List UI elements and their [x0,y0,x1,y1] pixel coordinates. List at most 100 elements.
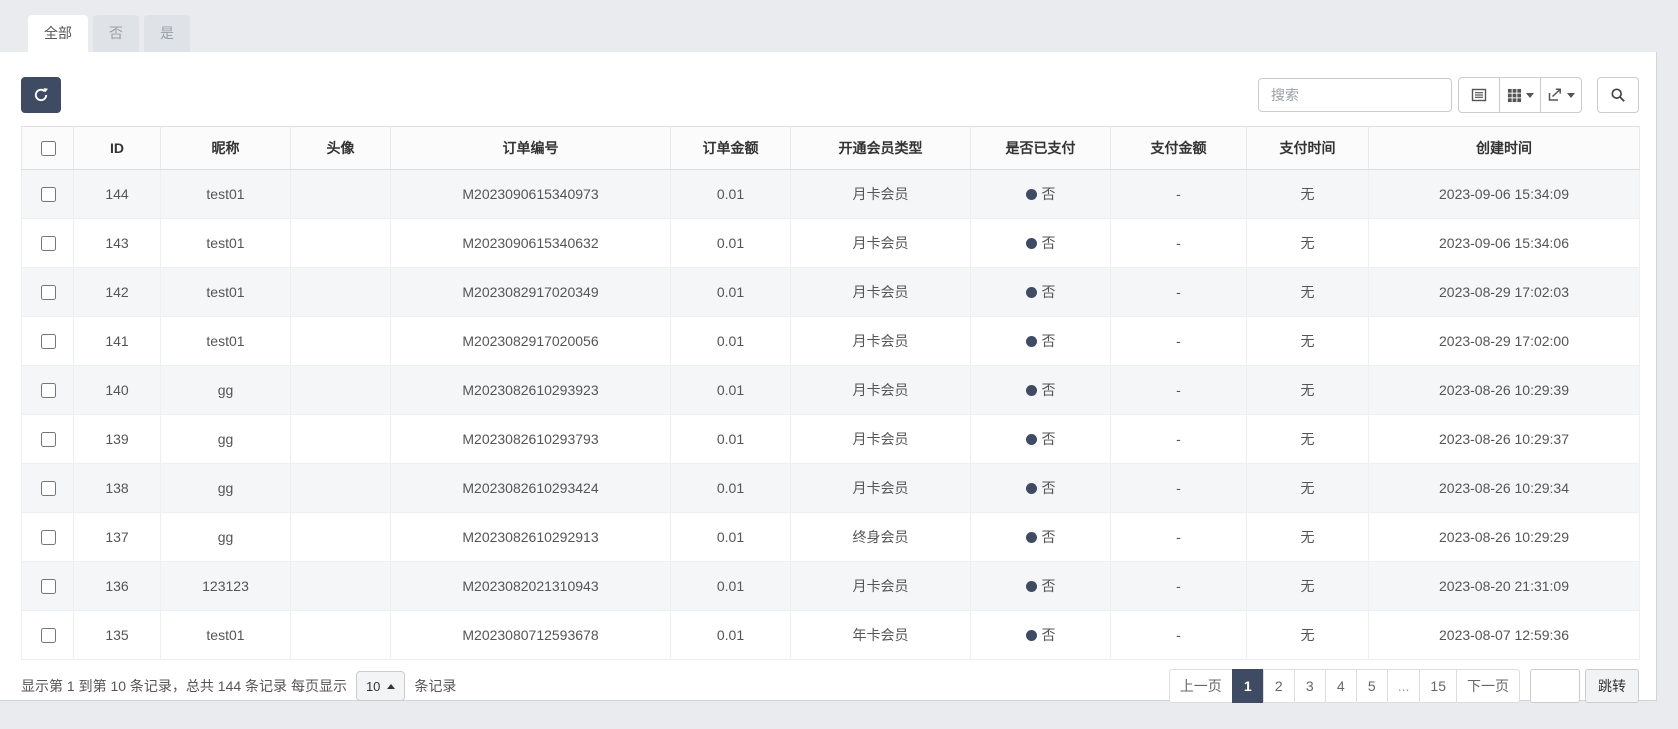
chevron-up-icon [387,684,395,689]
row-select-cell [22,170,74,219]
export-button[interactable] [1540,77,1582,113]
page-button-5[interactable]: 5 [1356,669,1388,703]
cell-id: 144 [74,170,161,219]
page-button-4[interactable]: 4 [1325,669,1357,703]
page-next-button[interactable]: 下一页 [1456,669,1520,703]
paid-status-dot-icon [1026,238,1037,249]
cell-order-no: M2023082021310943 [391,562,671,611]
row-checkbox[interactable] [41,628,56,643]
column-header-created: 创建时间 [1369,127,1640,170]
pagination-bar: 显示第 1 到第 10 条记录，总共 144 条记录 每页显示 10 条记录 上… [21,669,1639,703]
cell-order-no: M2023082917020056 [391,317,671,366]
cell-order-no: M2023090615340973 [391,170,671,219]
cell-amount: 0.01 [671,464,791,513]
cell-id: 138 [74,464,161,513]
cell-paid: 否 [971,317,1111,366]
row-checkbox[interactable] [41,432,56,447]
cell-member-type: 月卡会员 [791,366,971,415]
row-checkbox[interactable] [41,383,56,398]
column-header-pay-amount: 支付金额 [1111,127,1247,170]
cell-pay-time: 无 [1247,317,1369,366]
row-checkbox[interactable] [41,579,56,594]
row-select-cell [22,268,74,317]
jump-page-input[interactable] [1530,669,1580,703]
cell-pay-amount: - [1111,219,1247,268]
row-select-cell [22,415,74,464]
page-size-value: 10 [366,679,380,694]
cell-order-no: M2023082917020349 [391,268,671,317]
cell-pay-amount: - [1111,513,1247,562]
cell-nickname: test01 [161,268,291,317]
table-row: 144 test01 M2023090615340973 0.01 月卡会员 否… [22,170,1640,219]
cell-amount: 0.01 [671,268,791,317]
cell-paid: 否 [971,611,1111,660]
cell-created: 2023-08-07 12:59:36 [1369,611,1640,660]
paid-status-dot-icon [1026,336,1037,347]
cell-avatar [291,219,391,268]
cell-pay-time: 无 [1247,464,1369,513]
cell-avatar [291,611,391,660]
page-size-select[interactable]: 10 [356,671,405,701]
row-checkbox[interactable] [41,236,56,251]
cell-pay-amount: - [1111,611,1247,660]
cell-pay-amount: - [1111,268,1247,317]
row-checkbox[interactable] [41,530,56,545]
tab-no[interactable]: 否 [93,15,139,52]
cell-id: 141 [74,317,161,366]
table-row: 137 gg M2023082610292913 0.01 终身会员 否 - 无… [22,513,1640,562]
table-row: 141 test01 M2023082917020056 0.01 月卡会员 否… [22,317,1640,366]
filter-tabs: 全部 否 是 [0,15,1678,52]
paid-status-dot-icon [1026,581,1037,592]
refresh-icon [33,87,49,103]
cell-member-type: 终身会员 [791,513,971,562]
page-button-3[interactable]: 3 [1294,669,1326,703]
row-checkbox[interactable] [41,481,56,496]
cell-avatar [291,562,391,611]
tab-yes[interactable]: 是 [144,15,190,52]
cell-paid: 否 [971,464,1111,513]
page-button-15[interactable]: 15 [1419,669,1457,703]
cell-order-no: M2023082610292913 [391,513,671,562]
select-all-checkbox[interactable] [41,141,56,156]
row-checkbox[interactable] [41,187,56,202]
refresh-button[interactable] [21,77,61,113]
cell-pay-time: 无 [1247,611,1369,660]
cell-id: 135 [74,611,161,660]
cell-order-no: M2023090615340632 [391,219,671,268]
page-button-2[interactable]: 2 [1263,669,1295,703]
cell-avatar [291,268,391,317]
cell-amount: 0.01 [671,219,791,268]
page-ellipsis[interactable]: ... [1387,669,1421,703]
cell-order-no: M2023080712593678 [391,611,671,660]
cell-pay-time: 无 [1247,268,1369,317]
cell-avatar [291,366,391,415]
table-row: 140 gg M2023082610293923 0.01 月卡会员 否 - 无… [22,366,1640,415]
cell-avatar [291,513,391,562]
row-checkbox[interactable] [41,334,56,349]
cell-member-type: 月卡会员 [791,317,971,366]
page-prev-button[interactable]: 上一页 [1169,669,1233,703]
detail-view-button[interactable] [1458,77,1500,113]
page-button-1[interactable]: 1 [1232,669,1264,703]
column-header-member-type: 开通会员类型 [791,127,971,170]
cell-amount: 0.01 [671,366,791,415]
search-toggle-button[interactable] [1597,77,1639,113]
cell-pay-time: 无 [1247,415,1369,464]
row-checkbox[interactable] [41,285,56,300]
cell-member-type: 月卡会员 [791,464,971,513]
cell-created: 2023-08-26 10:29:29 [1369,513,1640,562]
detail-view-icon [1471,87,1487,103]
tab-all[interactable]: 全部 [28,15,88,52]
row-select-cell [22,562,74,611]
search-input[interactable] [1258,78,1452,112]
select-all-header [22,127,74,170]
columns-toggle-button[interactable] [1499,77,1541,113]
cell-created: 2023-08-29 17:02:00 [1369,317,1640,366]
pagination-info-text: 显示第 1 到第 10 条记录，总共 144 条记录 每页显示 [21,676,347,696]
jump-button[interactable]: 跳转 [1585,669,1639,703]
cell-paid: 否 [971,366,1111,415]
row-select-cell [22,219,74,268]
paid-status-dot-icon [1026,630,1037,641]
table-toolbar [21,77,1639,113]
column-header-avatar: 头像 [291,127,391,170]
